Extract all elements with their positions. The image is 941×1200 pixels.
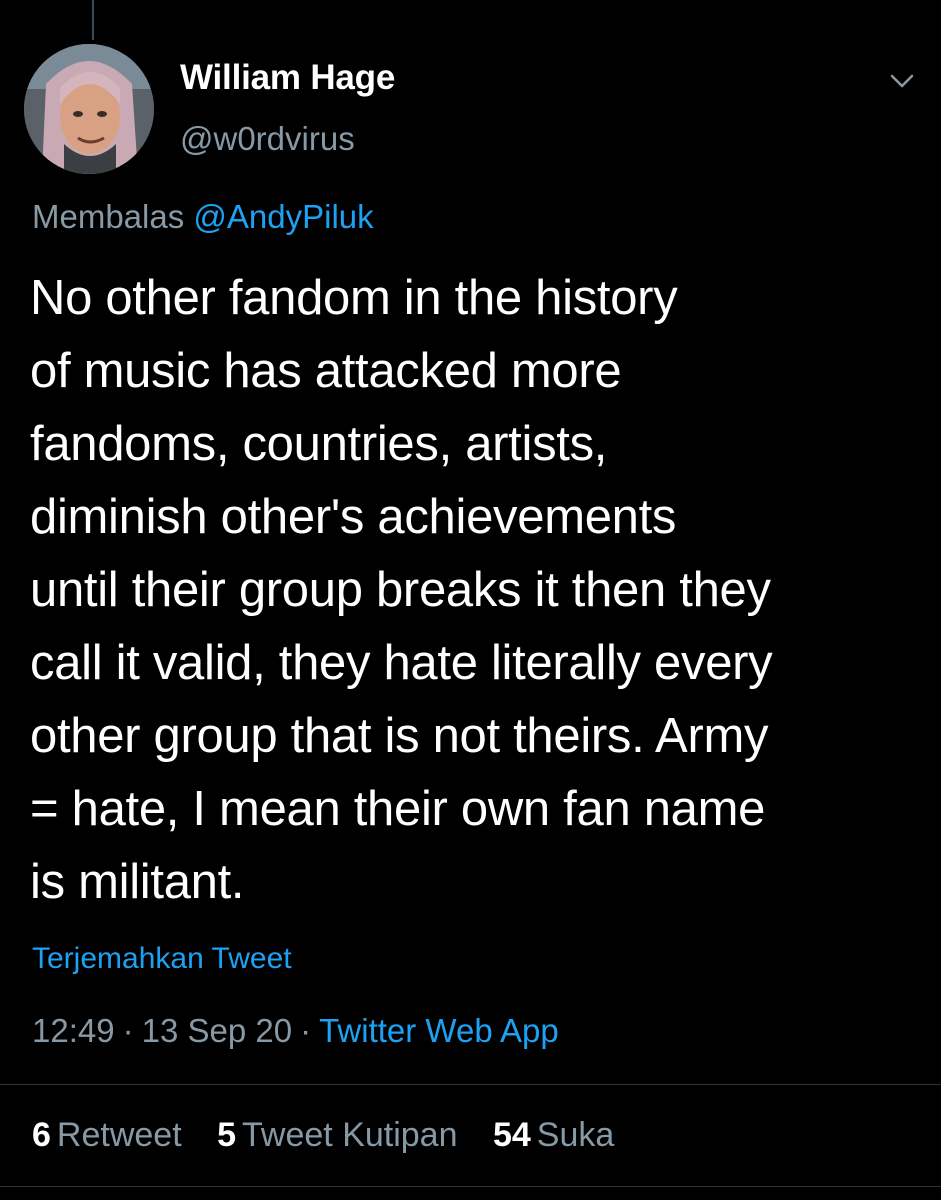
tweet-stats: 6 Retweet 5 Tweet Kutipan 54 Suka <box>32 1116 640 1155</box>
avatar[interactable] <box>24 44 154 174</box>
likes-count: 54 <box>492 1116 531 1154</box>
retweets-count: 6 <box>32 1116 51 1154</box>
tweet-metadata: 12:49 · 13 Sep 20 · Twitter Web App <box>32 1012 559 1050</box>
meta-separator: · <box>300 1012 312 1049</box>
tweet-text-line: fandoms, countries, artists, <box>30 417 608 471</box>
chevron-down-icon[interactable] <box>884 66 920 96</box>
author-handle[interactable]: @w0rdvirus <box>180 120 355 158</box>
tweet-text-line: diminish other's achievements <box>30 490 677 544</box>
tweet-date[interactable]: 13 Sep 20 <box>142 1012 292 1049</box>
quote-tweets-stat[interactable]: 5 Tweet Kutipan <box>217 1116 457 1154</box>
author-display-name[interactable]: William Hage <box>180 58 395 98</box>
meta-separator: · <box>122 1012 134 1049</box>
tweet-text-line: call it valid, they hate literally every <box>30 636 773 690</box>
tweet-text-line: = hate, I mean their own fan name <box>30 782 766 836</box>
likes-stat[interactable]: 54 Suka <box>493 1116 614 1154</box>
quote-tweets-label: Tweet Kutipan <box>242 1116 458 1154</box>
divider <box>0 1084 941 1085</box>
divider <box>0 1186 941 1187</box>
reply-prefix: Membalas <box>32 198 185 235</box>
reply-context: Membalas @AndyPiluk <box>32 198 374 236</box>
tweet-text-line: of music has attacked more <box>30 344 622 398</box>
reply-to-link[interactable]: @AndyPiluk <box>193 198 373 235</box>
tweet-time[interactable]: 12:49 <box>32 1012 115 1049</box>
tweet-text-line: until their group breaks it then they <box>30 563 771 617</box>
tweet-text: No other fandom in the history of music … <box>30 262 920 919</box>
tweet-text-line: other group that is not theirs. Army <box>30 709 769 763</box>
tweet-source-link[interactable]: Twitter Web App <box>319 1012 559 1049</box>
avatar-photo <box>24 44 154 174</box>
likes-label: Suka <box>536 1116 615 1154</box>
quote-tweets-count: 5 <box>217 1116 237 1154</box>
tweet-text-line: No other fandom in the history <box>30 271 678 325</box>
thread-connector-line <box>92 0 94 40</box>
tweet-text-line: is militant. <box>30 855 245 909</box>
retweets-label: Retweet <box>56 1116 182 1154</box>
retweets-stat[interactable]: 6 Retweet <box>32 1116 182 1154</box>
translate-tweet-link[interactable]: Terjemahkan Tweet <box>32 942 292 976</box>
